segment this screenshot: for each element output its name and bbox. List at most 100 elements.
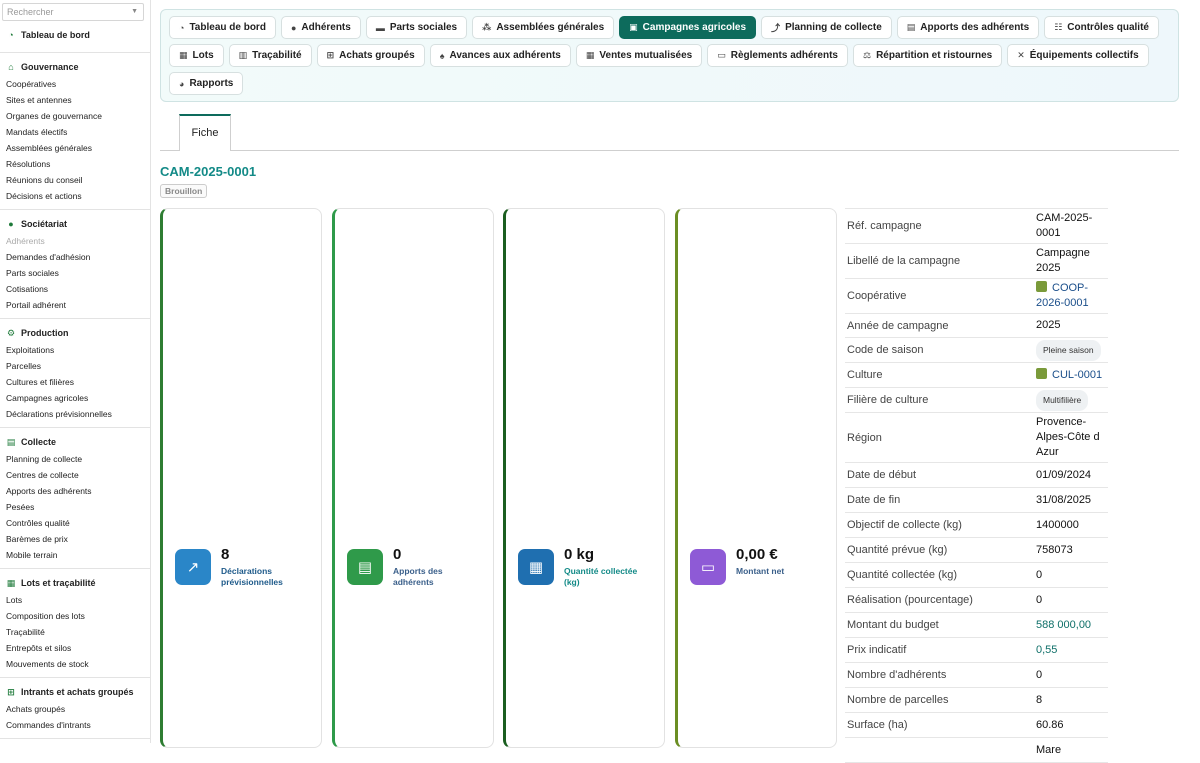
search-placeholder: Rechercher [7,7,54,17]
tab-assemblees-generales[interactable]: ⁂ Assemblées générales [472,16,615,39]
sidebar-item-assemblees-generales[interactable]: Assemblées générales [0,140,150,156]
sidebar-nav: ◔ Tableau de bord ⌂ Gouvernance Coopératives… [0,21,150,739]
sidebar-item-mandats-electifs[interactable]: Mandats électifs [0,124,150,140]
detail-label: Quantité prévue (kg) [847,544,948,556]
sidebar-item-decisions-et-actions[interactable]: Décisions et actions [0,188,150,204]
detail-value: Pleine saison [1036,336,1108,365]
sidebar-item-demandes-d-adhesion[interactable]: Demandes d'adhésion [0,249,150,265]
sidebar-item-centres-de-collecte[interactable]: Centres de collecte [0,467,150,483]
detail-value: 0 [1036,564,1108,587]
sidebar-heading-production[interactable]: ⚙ Production [0,326,150,342]
detail-row-realisation-pourcentage: Réalisation (pourcentage) 0 [845,588,1108,613]
tab-planning-de-collecte[interactable]: ⤴ Planning de collecte [761,16,892,39]
chart-icon: ↗ [175,549,211,585]
sidebar-item-declarations-previsionnelles[interactable]: Déclarations prévisionnelles [0,406,150,422]
tab-parts-sociales[interactable]: ▬ Parts sociales [365,16,468,39]
detail-value: 60.86 [1036,714,1108,737]
sidebar-item-campagnes-agricoles[interactable]: Campagnes agricoles [0,390,150,406]
kpi-card-quantite-collectee-kg[interactable]: ▦ 0 kg Quantité collectée (kg) [503,208,665,748]
tab-tableau-de-bord[interactable]: ◔ Tableau de bord [169,16,276,39]
sidebar-item-pesees[interactable]: Pesées [0,499,150,515]
sidebar-item-cooperatives[interactable]: Coopératives [0,76,150,92]
kpi-value: 0 kg [564,546,595,563]
detail-value: 1400000 [1036,514,1108,537]
value-text: 758073 [1036,543,1073,556]
tab-lots[interactable]: ▦ Lots [169,44,224,67]
tab-tracabilite[interactable]: ▥ Traçabilité [228,44,312,67]
value-text: 588 000,00 [1036,618,1092,631]
sidebar-item-baremes-de-prix[interactable]: Barèmes de prix [0,531,150,547]
detail-value[interactable]: COOP-2026-0001 [1036,277,1108,315]
kpi-card-apports-des-adherents[interactable]: ▤ 0 Apports des adhérents [332,208,494,748]
sidebar-item-tracabilite[interactable]: Traçabilité [0,624,150,640]
detail-row-quantite-prevue-kg: Quantité prévue (kg) 758073 [845,538,1108,563]
sidebar-item-planning-de-collecte[interactable]: Planning de collecte [0,451,150,467]
search-input[interactable]: Rechercher ▼ [2,3,144,21]
tab-achats-groupes[interactable]: ⊞ Achats groupés [316,44,425,67]
tab-avances-aux-adherents[interactable]: ♠ Avances aux adhérents [429,44,571,67]
sidebar-item-lots[interactable]: Lots [0,592,150,608]
sidebar-item-entrepots-et-silos[interactable]: Entrepôts et silos [0,640,150,656]
detail-value: CAM-2025-0001 [1036,207,1108,245]
sidebar-item-parts-sociales[interactable]: Parts sociales [0,265,150,281]
sidebar-item-portail-adherent[interactable]: Portail adhérent [0,297,150,313]
kpi-card-montant-net[interactable]: ▭ 0,00 € Montant net [675,208,837,748]
tab-ventes-mutualisees[interactable]: ▦ Ventes mutualisées [575,44,703,67]
sidebar-item-exploitations[interactable]: Exploitations [0,342,150,358]
sidebar-heading-intrants-et-achats-groupes[interactable]: ⊞ Intrants et achats groupés [0,685,150,701]
tab-icon: ▦ [179,50,188,60]
tab-apports-des-adherents[interactable]: ▤ Apports des adhérents [896,16,1040,39]
sidebar-item-composition-des-lots[interactable]: Composition des lots [0,608,150,624]
value-text: Mare [1036,743,1062,756]
sidebar-heading-label: Production [21,328,69,338]
sidebar-item-achats-groupes[interactable]: Achats groupés [0,701,150,717]
value-text: 0 [1036,568,1043,581]
user-icon: ● [8,219,14,229]
sidebar-heading-collecte[interactable]: ▤ Collecte [0,435,150,451]
sidebar-item-cotisations[interactable]: Cotisations [0,281,150,297]
detail-label: Nombre de parcelles [847,694,949,706]
detail-value: 0,55 [1036,639,1108,662]
detail-value: 0 [1036,664,1108,687]
sidebar-item-adherents[interactable]: Adhérents [0,233,150,249]
tab-adherents[interactable]: ● Adhérents [280,16,361,39]
sidebar-item-parcelles[interactable]: Parcelles [0,358,150,374]
tab-repartition-et-ristournes[interactable]: ⚖ Répartition et ristournes [853,44,1003,67]
sidebar-item-sites-et-antennes[interactable]: Sites et antennes [0,92,150,108]
truck-icon: ▤ [347,549,383,585]
tab-row-3: ◕ Rapports [169,72,1170,95]
tab-equipements-collectifs[interactable]: ✕ Équipements collectifs [1007,44,1149,67]
tab-fiche[interactable]: Fiche [179,114,231,151]
detail-value[interactable]: CUL-0001 [1036,364,1108,387]
tab-campagnes-agricoles[interactable]: ▣ Campagnes agricoles [619,16,757,39]
sidebar-item-resolutions[interactable]: Résolutions [0,156,150,172]
tab-reglements-adherents[interactable]: ▭ Règlements adhérents [707,44,848,67]
sidebar-item-organes-de-gouvernance[interactable]: Organes de gouvernance [0,108,150,124]
value-text: CUL-0001 [1052,368,1103,381]
tab-icon: ▤ [906,22,916,32]
boxes-icon: ▦ [6,578,16,588]
detail-value: 2025 [1036,314,1108,337]
kpi-card-declarations-previsionnelles[interactable]: ↗ 8 Déclarations prévisionnelles [160,208,322,748]
sidebar-item-controles-qualite[interactable]: Contrôles qualité [0,515,150,531]
detail-label: Montant du budget [847,619,939,631]
sidebar-group-intrants-et-achats-groupes: ⊞ Intrants et achats groupés Achats groupé… [0,678,150,739]
tab-rapports[interactable]: ◕ Rapports [169,72,244,95]
sidebar-group-production: ⚙ Production Exploitations Parcelles Culture… [0,319,150,428]
detail-value: 8 [1036,689,1108,712]
sidebar-heading-tableau-de-bord[interactable]: ◔ Tableau de bord [0,28,150,44]
sidebar-heading-societariat[interactable]: ● Sociétariat [0,217,150,233]
sidebar-item-cultures-et-filieres[interactable]: Cultures et filières [0,374,150,390]
sidebar-heading-lots-et-tracabilite[interactable]: ▦ Lots et traçabilité [0,576,150,592]
tab-label: Répartition et ristournes [876,50,993,61]
sidebar-heading-gouvernance[interactable]: ⌂ Gouvernance [0,60,150,76]
sidebar-item-apports-des-adherents[interactable]: Apports des adhérents [0,483,150,499]
sidebar-item-commandes-d-intrants[interactable]: Commandes d'intrants [0,717,150,733]
sidebar-item-mouvements-de-stock[interactable]: Mouvements de stock [0,656,150,672]
sidebar-item-reunions-du-conseil[interactable]: Réunions du conseil [0,172,150,188]
sidebar-heading-label: Collecte [21,437,57,447]
chevron-down-icon[interactable]: ▼ [131,8,138,15]
tab-label: Parts sociales [389,22,458,33]
tab-controles-qualite[interactable]: ☷ Contrôles qualité [1044,16,1159,39]
sidebar-item-mobile-terrain[interactable]: Mobile terrain [0,547,150,563]
